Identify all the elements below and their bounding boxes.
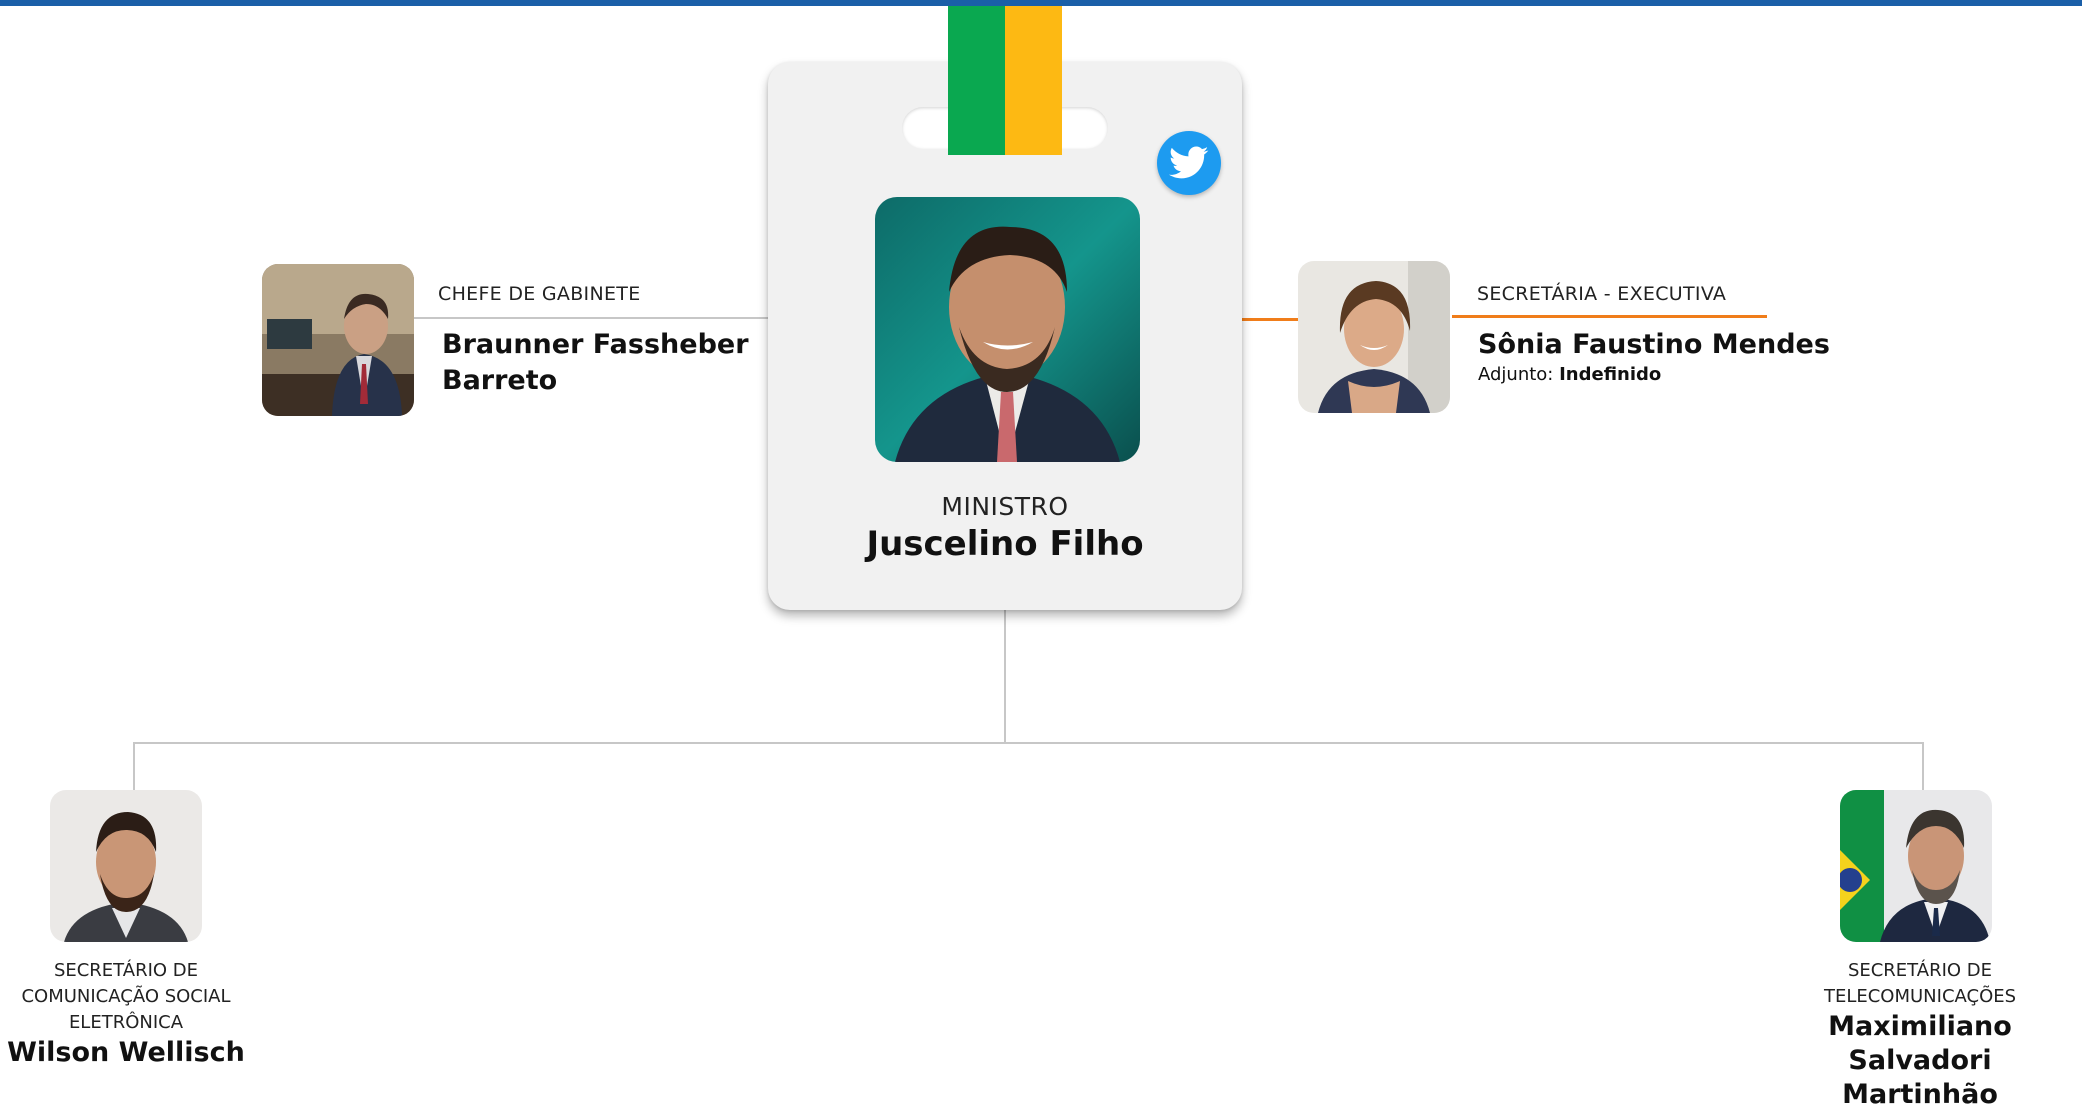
lanyard-yellow-stripe [1005, 6, 1062, 155]
secretary-comms-photo [50, 790, 202, 942]
connector-vertical-main [1004, 610, 1006, 743]
deputy-value: Indefinido [1559, 364, 1662, 385]
connector-executive-secretary [1242, 318, 1298, 321]
connector-left-branch [133, 742, 135, 790]
connector-horizontal-branch [133, 742, 1924, 744]
connector-chief-of-staff [412, 317, 768, 319]
secretary-telecom-name-line2: Salvadori Martinhão [1842, 1045, 1998, 1110]
chief-of-staff-photo [262, 264, 414, 416]
minister-role: MINISTRO [941, 492, 1069, 521]
deputy-label: Adjunto: [1478, 364, 1554, 385]
executive-secretary-role: SECRETÁRIA - EXECUTIVA [1477, 283, 1727, 305]
secretary-comms-role-line3: ELETRÔNICA [68, 1012, 184, 1033]
secretary-telecom-role-line1: SECRETÁRIO DE [1847, 960, 1993, 981]
secretary-telecom-role: SECRETÁRIO DE TELECOMUNICAÇÕES [1770, 958, 2070, 1010]
secretary-telecom-photo [1840, 790, 1992, 942]
minister-photo [875, 197, 1140, 462]
secretary-comms-name: Wilson Wellisch [7, 1037, 245, 1068]
secretary-telecom-role-line2: TELECOMUNICAÇÕES [1823, 986, 2017, 1007]
secretary-comms-role: SECRETÁRIO DE COMUNICAÇÃO SOCIAL ELETRÔN… [0, 958, 252, 1036]
twitter-icon[interactable] [1157, 131, 1221, 195]
chief-of-staff-role: CHEFE DE GABINETE [438, 283, 641, 305]
secretary-comms-role-line1: SECRETÁRIO DE [53, 960, 199, 981]
secretary-telecom-name-line1: Maximiliano [1828, 1011, 2012, 1042]
underline-executive-secretary [1452, 315, 1767, 318]
chief-of-staff-name-line2: Barreto [442, 365, 558, 396]
connector-right-branch [1922, 742, 1924, 790]
secretary-comms-role-line2: COMUNICAÇÃO SOCIAL [21, 986, 231, 1007]
executive-secretary-name: Sônia Faustino Mendes [1478, 329, 1830, 360]
minister-name: Juscelino Filho [866, 524, 1144, 564]
lanyard-green-stripe [948, 6, 1005, 155]
executive-secretary-deputy: Adjunto: Indefinido [1478, 364, 1661, 385]
chief-of-staff-name-line1: Braunner Fassheber [442, 329, 749, 360]
executive-secretary-photo [1298, 261, 1450, 413]
